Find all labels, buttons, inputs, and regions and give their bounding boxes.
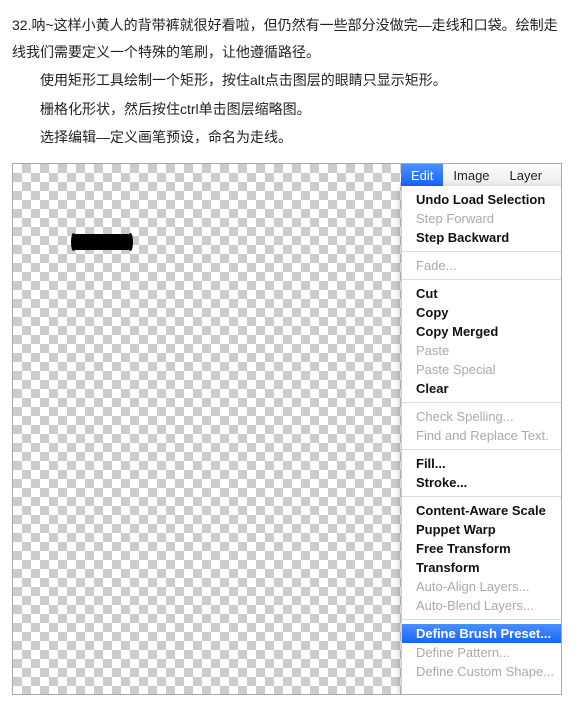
menu-auto-blend: Auto-Blend Layers... [402, 596, 561, 615]
menu-step-backward[interactable]: Step Backward [402, 228, 561, 247]
menu-find-replace: Find and Replace Text. [402, 426, 561, 445]
menubar-image[interactable]: Image [443, 164, 499, 186]
menu-clear[interactable]: Clear [402, 379, 561, 398]
photoshop-screenshot: Edit Image Layer S Undo Load Selection S… [12, 163, 562, 695]
menu-stroke[interactable]: Stroke... [402, 473, 561, 492]
menu-separator [402, 449, 561, 450]
menu-cut[interactable]: Cut [402, 284, 561, 303]
menu-undo[interactable]: Undo Load Selection [402, 190, 561, 209]
menu-separator [402, 496, 561, 497]
menu-paste: Paste [402, 341, 561, 360]
paragraph-3: 栅格化形状，然后按住ctrl单击图层缩略图。 [12, 96, 564, 123]
menu-transform[interactable]: Transform [402, 558, 561, 577]
menu-free-transform[interactable]: Free Transform [402, 539, 561, 558]
article-text: 32.呐~这样小黄人的背带裤就很好看啦，但仍然有一些部分没做完—走线和口袋。绘制… [12, 12, 564, 151]
menu-paste-special: Paste Special [402, 360, 561, 379]
menu-separator [402, 402, 561, 403]
edit-menu-dropdown: Undo Load Selection Step Forward Step Ba… [401, 186, 561, 694]
menu-check-spelling: Check Spelling... [402, 407, 561, 426]
menu-step-forward: Step Forward [402, 209, 561, 228]
menu-fill[interactable]: Fill... [402, 454, 561, 473]
menu-content-aware[interactable]: Content-Aware Scale [402, 501, 561, 520]
menu-separator [402, 619, 561, 620]
paragraph-2: 使用矩形工具绘制一个矩形，按住alt点击图层的眼睛只显示矩形。 [12, 67, 564, 94]
menu-fade: Fade... [402, 256, 561, 275]
paragraph-1: 32.呐~这样小黄人的背带裤就很好看啦，但仍然有一些部分没做完—走线和口袋。绘制… [12, 12, 564, 65]
menu-copy[interactable]: Copy [402, 303, 561, 322]
app-menubar: Edit Image Layer S [401, 164, 561, 187]
menu-define-brush-preset[interactable]: Define Brush Preset... [402, 624, 561, 643]
menu-separator [402, 279, 561, 280]
menubar-layer[interactable]: Layer [500, 164, 553, 186]
paragraph-4: 选择编辑—定义画笔预设，命名为走线。 [12, 124, 564, 151]
menu-puppet-warp[interactable]: Puppet Warp [402, 520, 561, 539]
menu-auto-align: Auto-Align Layers... [402, 577, 561, 596]
brush-stroke-shape [73, 234, 131, 250]
menu-define-custom-shape: Define Custom Shape... [402, 662, 561, 681]
menubar-edit[interactable]: Edit [401, 164, 443, 186]
menu-copy-merged[interactable]: Copy Merged [402, 322, 561, 341]
menubar-select[interactable]: S [552, 164, 562, 186]
menu-separator [402, 251, 561, 252]
menu-define-pattern: Define Pattern... [402, 643, 561, 662]
